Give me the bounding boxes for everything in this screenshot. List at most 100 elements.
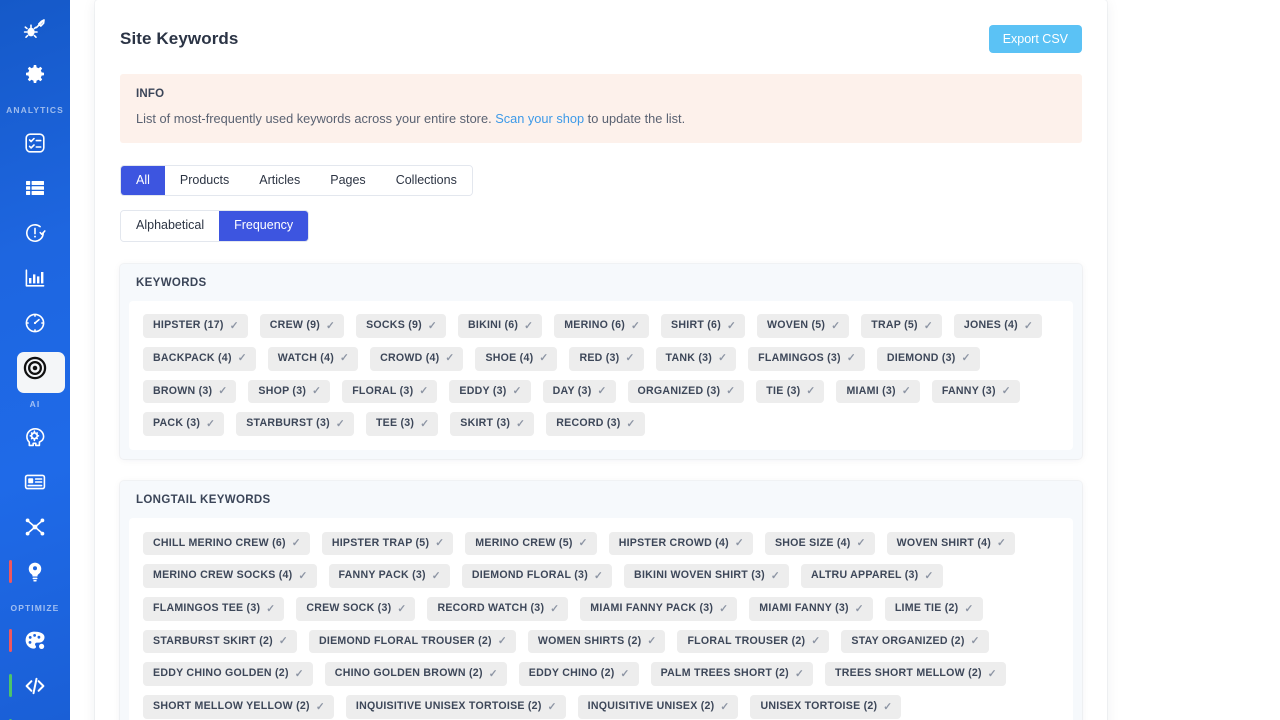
check-icon[interactable]: ✓ <box>336 419 345 430</box>
keyword-chip[interactable]: BACKPACK (4) ✓ <box>143 346 256 371</box>
keyword-chip[interactable]: TIE (3) ✓ <box>756 379 825 404</box>
keyword-chip[interactable]: INQUISITIVE UNISEX (2) ✓ <box>577 695 739 719</box>
keyword-chip[interactable]: WOVEN (5) ✓ <box>757 314 850 338</box>
check-icon[interactable]: ✓ <box>625 353 634 364</box>
keyword-chip[interactable]: RED (3) ✓ <box>569 346 644 371</box>
sidebar-item-reports[interactable] <box>0 255 70 300</box>
check-icon[interactable]: ✓ <box>550 604 559 615</box>
sidebar-item-alerts[interactable] <box>0 210 70 255</box>
sidebar-item-ai-brain[interactable] <box>0 414 70 459</box>
keyword-chip[interactable]: HIPSTER TRAP (5) ✓ <box>321 531 454 556</box>
keyword-chip[interactable]: WOVEN SHIRT (4) ✓ <box>886 531 1016 556</box>
check-icon[interactable]: ✓ <box>962 353 971 364</box>
check-icon[interactable]: ✓ <box>719 604 728 615</box>
check-icon[interactable]: ✓ <box>513 386 522 397</box>
keyword-chip[interactable]: ORGANIZED (3) ✓ <box>627 379 745 404</box>
keyword-chip[interactable]: FLAMINGOS (3) ✓ <box>748 346 865 371</box>
keyword-chip[interactable]: TEE (3) ✓ <box>365 412 439 436</box>
keyword-chip[interactable]: FLORAL (3) ✓ <box>342 379 438 404</box>
keyword-chip[interactable]: DIEMOND FLORAL TROUSER (2) ✓ <box>308 629 516 654</box>
check-icon[interactable]: ✓ <box>432 571 441 582</box>
keyword-chip[interactable]: STARBURST SKIRT (2) ✓ <box>143 629 297 654</box>
keyword-chip[interactable]: BIKINI WOVEN SHIRT (3) ✓ <box>624 564 789 589</box>
sidebar-item-optimize-extra[interactable] <box>0 708 70 720</box>
keyword-chip[interactable]: DIEMOND FLORAL (3) ✓ <box>461 564 613 589</box>
sidebar-item-checklist[interactable] <box>0 120 70 165</box>
keyword-chip[interactable]: MERINO CREW (5) ✓ <box>465 531 597 556</box>
check-icon[interactable]: ✓ <box>489 669 498 680</box>
keyword-chip[interactable]: SKIRT (3) ✓ <box>450 412 535 436</box>
keyword-chip[interactable]: WATCH (4) ✓ <box>267 346 359 371</box>
check-icon[interactable]: ✓ <box>292 538 301 549</box>
export-csv-button[interactable]: Export CSV <box>988 24 1082 54</box>
sidebar-item-ai-insights[interactable] <box>0 549 70 594</box>
check-icon[interactable]: ✓ <box>1002 386 1011 397</box>
check-icon[interactable]: ✓ <box>594 571 603 582</box>
check-icon[interactable]: ✓ <box>847 353 856 364</box>
keyword-chip[interactable]: CREW SOCK (3) ✓ <box>296 597 416 621</box>
check-icon[interactable]: ✓ <box>718 353 727 364</box>
keyword-chip[interactable]: DIEMOND (3) ✓ <box>876 346 980 371</box>
check-icon[interactable]: ✓ <box>902 386 911 397</box>
check-icon[interactable]: ✓ <box>720 702 729 713</box>
check-icon[interactable]: ✓ <box>435 538 444 549</box>
check-icon[interactable]: ✓ <box>924 571 933 582</box>
keyword-chip[interactable]: INQUISITIVE UNISEX TORTOISE (2) ✓ <box>345 695 566 719</box>
check-icon[interactable]: ✓ <box>597 386 606 397</box>
keyword-chip[interactable]: HIPSTER CROWD (4) ✓ <box>608 531 753 556</box>
check-icon[interactable]: ✓ <box>964 604 973 615</box>
keyword-chip[interactable]: HIPSTER (17) ✓ <box>143 314 248 338</box>
keyword-chip[interactable]: TANK (3) ✓ <box>655 346 737 371</box>
check-icon[interactable]: ✓ <box>857 538 866 549</box>
check-icon[interactable]: ✓ <box>735 538 744 549</box>
check-icon[interactable]: ✓ <box>924 321 933 332</box>
keyword-chip[interactable]: BIKINI (6) ✓ <box>457 314 543 338</box>
check-icon[interactable]: ✓ <box>516 419 525 430</box>
check-icon[interactable]: ✓ <box>621 669 630 680</box>
check-icon[interactable]: ✓ <box>295 669 304 680</box>
check-icon[interactable]: ✓ <box>771 571 780 582</box>
keyword-chip[interactable]: EDDY CHINO GOLDEN (2) ✓ <box>143 662 313 686</box>
check-icon[interactable]: ✓ <box>997 538 1006 549</box>
check-icon[interactable]: ✓ <box>831 321 840 332</box>
check-icon[interactable]: ✓ <box>631 321 640 332</box>
check-icon[interactable]: ✓ <box>883 702 892 713</box>
keyword-chip[interactable]: CHILL MERINO CREW (6) ✓ <box>143 531 310 556</box>
keyword-chip[interactable]: PALM TREES SHORT (2) ✓ <box>650 662 814 686</box>
check-icon[interactable]: ✓ <box>726 386 735 397</box>
tab-products[interactable]: Products <box>164 165 245 196</box>
check-icon[interactable]: ✓ <box>206 419 215 430</box>
keyword-chip[interactable]: CROWD (4) ✓ <box>370 346 464 371</box>
keyword-chip[interactable]: EDDY CHINO (2) ✓ <box>518 662 639 686</box>
check-icon[interactable]: ✓ <box>316 702 325 713</box>
keyword-chip[interactable]: SHORT MELLOW YELLOW (2) ✓ <box>143 695 334 719</box>
check-icon[interactable]: ✓ <box>971 636 980 647</box>
keyword-chip[interactable]: JONES (4) ✓ <box>953 314 1042 338</box>
keyword-chip[interactable]: FANNY (3) ✓ <box>931 379 1020 404</box>
sidebar-item-keywords[interactable] <box>0 345 70 393</box>
keyword-chip[interactable]: MERINO (6) ✓ <box>554 314 650 338</box>
check-icon[interactable]: ✓ <box>445 353 454 364</box>
keyword-chip[interactable]: CREW (9) ✓ <box>259 314 345 338</box>
keyword-chip[interactable]: MIAMI FANNY PACK (3) ✓ <box>580 597 738 621</box>
check-icon[interactable]: ✓ <box>988 669 997 680</box>
scan-your-shop-link[interactable]: Scan your shop <box>495 111 584 126</box>
check-icon[interactable]: ✓ <box>266 604 275 615</box>
keyword-chip[interactable]: LIME TIE (2) ✓ <box>884 597 983 621</box>
keyword-chip[interactable]: FLORAL TROUSER (2) ✓ <box>677 629 830 654</box>
keyword-chip[interactable]: DAY (3) ✓ <box>542 379 616 404</box>
sidebar-item-ai-network[interactable] <box>0 504 70 549</box>
keyword-chip[interactable]: RECORD (3) ✓ <box>546 412 645 436</box>
keyword-chip[interactable]: EDDY (3) ✓ <box>449 379 531 404</box>
keyword-chip[interactable]: UNISEX TORTOISE (2) ✓ <box>750 695 902 719</box>
keyword-chip[interactable]: BROWN (3) ✓ <box>143 379 237 404</box>
tab-collections[interactable]: Collections <box>380 165 472 196</box>
check-icon[interactable]: ✓ <box>1024 321 1033 332</box>
check-icon[interactable]: ✓ <box>420 419 429 430</box>
tab-articles[interactable]: Articles <box>244 165 316 196</box>
keyword-chip[interactable]: CHINO GOLDEN BROWN (2) ✓ <box>324 662 507 686</box>
keyword-chip[interactable]: ALTRU APPAREL (3) ✓ <box>800 564 943 589</box>
keyword-chip[interactable]: RECORD WATCH (3) ✓ <box>427 597 569 621</box>
check-icon[interactable]: ✓ <box>326 321 335 332</box>
check-icon[interactable]: ✓ <box>428 321 437 332</box>
